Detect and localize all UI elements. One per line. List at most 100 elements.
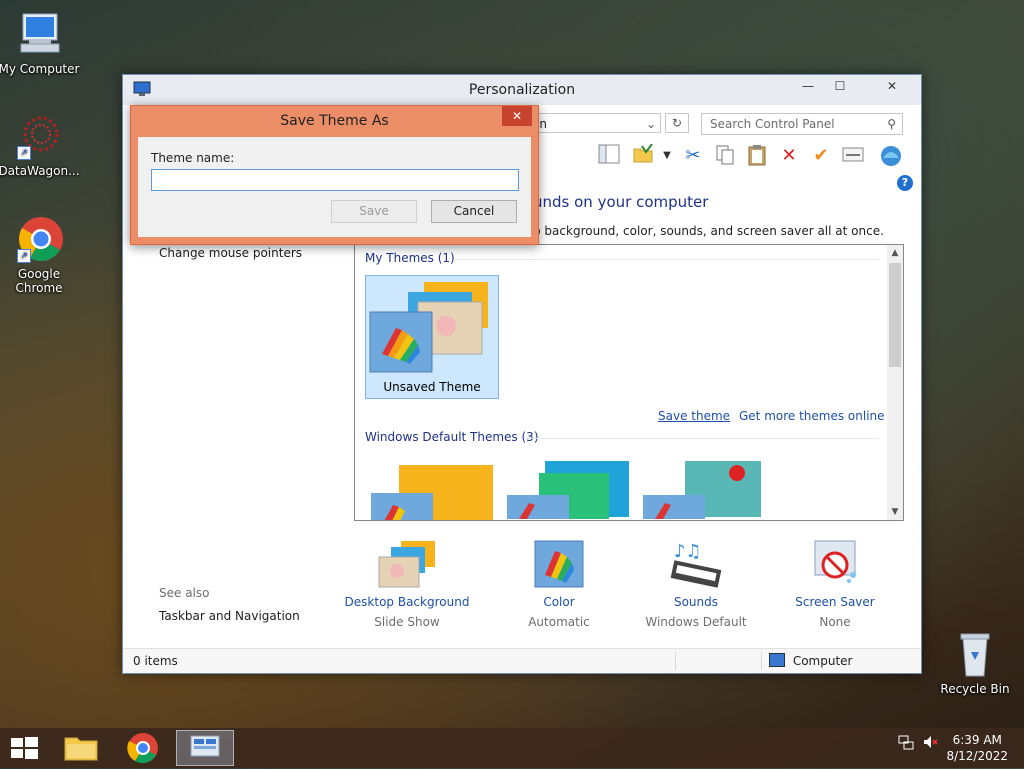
save-theme-dialog: Save Theme As ✕ Theme name: Save Cancel bbox=[130, 105, 539, 245]
chrome-icon: ↗ bbox=[15, 215, 63, 263]
desktop-icon-my-computer[interactable]: My Computer bbox=[0, 10, 81, 76]
desktop-icon-datawagon[interactable]: ↗ DataWagon... bbox=[0, 112, 81, 178]
default-theme-tile-flowers[interactable] bbox=[641, 459, 771, 519]
tile-title: Screen Saver bbox=[795, 595, 875, 609]
unsaved-theme-tile[interactable]: Unsaved Theme bbox=[365, 275, 499, 399]
tile-subtitle: Slide Show bbox=[374, 615, 440, 629]
customization-tiles: Desktop Background Slide Show Color Auto… bbox=[123, 539, 921, 639]
sounds-tile[interactable]: ♪♫ Sounds Windows Default bbox=[626, 539, 766, 629]
datawagon-icon: ↗ bbox=[15, 112, 63, 160]
desktop-icon-recycle-bin[interactable]: Recycle Bin bbox=[933, 630, 1017, 696]
computer-icon bbox=[769, 653, 785, 667]
folder-options-icon[interactable] bbox=[631, 143, 655, 168]
folder-icon bbox=[64, 737, 98, 761]
save-button[interactable]: Save bbox=[331, 200, 417, 223]
page-heading: unds on your computer bbox=[533, 193, 709, 211]
theme-label: Unsaved Theme bbox=[383, 380, 481, 394]
save-theme-link[interactable]: Save theme bbox=[658, 409, 730, 423]
taskbar-chrome[interactable] bbox=[119, 730, 167, 766]
screen-saver-icon bbox=[805, 539, 865, 589]
theme-preview-icon bbox=[369, 282, 488, 373]
close-button[interactable]: ✕ bbox=[869, 75, 915, 97]
screen-saver-tile[interactable]: Screen Saver None bbox=[765, 539, 905, 629]
taskbar-control-panel[interactable] bbox=[176, 730, 234, 766]
toolbar: ▼ ✂ ✕ ✔ bbox=[533, 141, 921, 173]
refresh-button[interactable]: ↻ bbox=[665, 113, 689, 133]
network-icon[interactable] bbox=[898, 734, 914, 753]
location-label: Computer bbox=[792, 654, 853, 668]
delete-icon[interactable]: ✕ bbox=[777, 144, 801, 168]
search-placeholder: Search Control Panel bbox=[710, 117, 835, 131]
status-location: Computer bbox=[769, 653, 852, 668]
recycle-bin-icon bbox=[951, 630, 999, 678]
tile-title: Sounds bbox=[673, 595, 719, 609]
properties-icon[interactable] bbox=[841, 144, 865, 168]
chevron-down-icon[interactable]: ⌄ bbox=[646, 114, 656, 134]
layout-pane-icon[interactable] bbox=[597, 144, 621, 168]
taskbar: 6:39 AM 8/12/2022 bbox=[0, 728, 1024, 768]
taskbar-clock[interactable]: 6:39 AM 8/12/2022 bbox=[946, 732, 1008, 764]
copy-icon[interactable] bbox=[713, 144, 737, 168]
desktop-icon-label: DataWagon... bbox=[0, 164, 80, 178]
sounds-icon: ♪♫ bbox=[666, 539, 726, 589]
status-divider bbox=[761, 652, 762, 670]
desktop-icon-label: Google Chrome bbox=[15, 267, 63, 295]
scrollbar-thumb[interactable] bbox=[889, 263, 901, 367]
search-icon[interactable]: ⚲ bbox=[887, 114, 896, 134]
default-theme-tile-lines[interactable] bbox=[505, 459, 635, 519]
theme-name-input[interactable] bbox=[151, 169, 519, 191]
help-icon[interactable]: ? bbox=[897, 175, 913, 191]
get-more-themes-link[interactable]: Get more themes online bbox=[739, 409, 885, 423]
tile-title: Color bbox=[543, 595, 575, 609]
windows-logo-icon bbox=[11, 737, 38, 759]
maximize-button[interactable]: ☐ bbox=[825, 75, 855, 97]
chevron-down-icon[interactable]: ▼ bbox=[655, 144, 679, 168]
clock-time: 6:39 AM bbox=[952, 733, 1002, 747]
paste-icon[interactable] bbox=[745, 144, 769, 168]
status-divider bbox=[675, 652, 676, 670]
dialog-close-button[interactable]: ✕ bbox=[502, 106, 532, 126]
tile-title: Desktop Background bbox=[344, 595, 470, 609]
control-panel-icon bbox=[190, 735, 220, 757]
start-button[interactable] bbox=[0, 730, 48, 766]
desktop-background-tile[interactable]: Desktop Background Slide Show bbox=[337, 539, 477, 629]
address-bar[interactable]: on ⌄ bbox=[527, 113, 661, 133]
group-divider bbox=[525, 438, 879, 439]
svg-text:♪♫: ♪♫ bbox=[674, 541, 702, 562]
taskbar-file-explorer[interactable] bbox=[57, 730, 105, 766]
change-mouse-pointers-link[interactable]: Change mouse pointers bbox=[159, 246, 302, 260]
cancel-button[interactable]: Cancel bbox=[431, 200, 517, 223]
volume-muted-icon[interactable] bbox=[922, 734, 938, 753]
tile-subtitle: Windows Default bbox=[645, 615, 747, 629]
desktop-icon-label: My Computer bbox=[0, 62, 80, 76]
window-titlebar[interactable]: Personalization — ☐ ✕ bbox=[123, 75, 921, 105]
computer-icon bbox=[15, 10, 63, 58]
scroll-down-arrow-icon[interactable]: ▼ bbox=[887, 504, 903, 520]
my-themes-group-header: My Themes (1) bbox=[365, 251, 455, 265]
dialog-body: Theme name: Save Cancel bbox=[138, 137, 531, 237]
tile-subtitle: None bbox=[819, 615, 851, 629]
clock-date: 8/12/2022 bbox=[946, 749, 1008, 763]
scroll-up-arrow-icon[interactable]: ▲ bbox=[887, 245, 903, 261]
status-bar: 0 items Computer bbox=[123, 648, 921, 673]
search-input[interactable]: Search Control Panel ⚲ bbox=[701, 113, 903, 135]
default-theme-tile-windows[interactable] bbox=[369, 463, 499, 520]
theme-name-label: Theme name: bbox=[151, 151, 235, 165]
checkmark-icon[interactable]: ✔ bbox=[809, 144, 833, 168]
shortcut-arrow-icon: ↗ bbox=[17, 146, 31, 160]
group-divider bbox=[455, 259, 879, 260]
windows-default-group-header: Windows Default Themes (3) bbox=[365, 430, 539, 444]
shortcut-arrow-icon: ↗ bbox=[17, 249, 31, 263]
tile-subtitle: Automatic bbox=[528, 615, 590, 629]
item-count: 0 items bbox=[133, 654, 178, 668]
page-subheading: p background, color, sounds, and screen … bbox=[533, 224, 884, 238]
shell-icon[interactable] bbox=[879, 144, 903, 168]
themes-scrollbar[interactable]: ▲ ▼ bbox=[887, 245, 903, 520]
color-palette-icon bbox=[529, 539, 589, 589]
themes-list: My Themes (1) Unsaved Theme Save theme G… bbox=[354, 244, 904, 521]
color-tile[interactable]: Color Automatic bbox=[489, 539, 629, 629]
cut-icon[interactable]: ✂ bbox=[681, 144, 705, 168]
minimize-button[interactable]: — bbox=[793, 75, 823, 97]
desktop-icon-google-chrome[interactable]: ↗ Google Chrome bbox=[0, 215, 81, 295]
dialog-title: Save Theme As bbox=[280, 113, 389, 129]
